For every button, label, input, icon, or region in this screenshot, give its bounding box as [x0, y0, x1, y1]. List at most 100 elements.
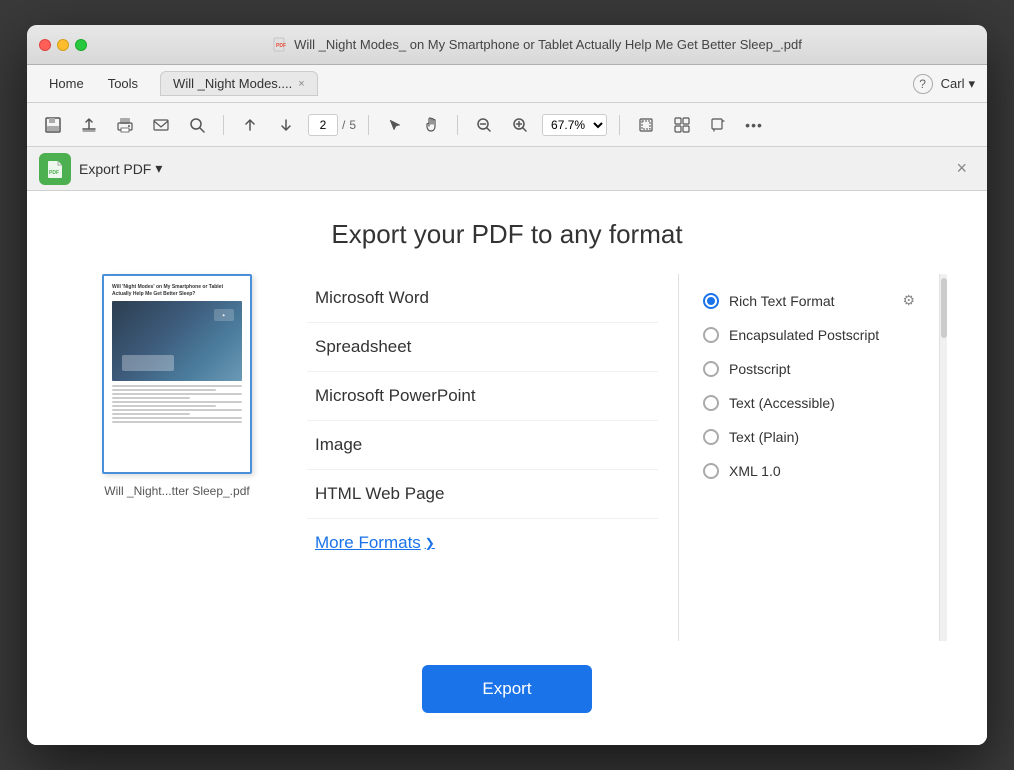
format-image[interactable]: Image [307, 421, 658, 470]
export-heading: Export your PDF to any format [27, 191, 987, 274]
pdf-thumb-text-lines [112, 385, 242, 423]
zoom-out-icon [476, 117, 492, 133]
subformat-list: Rich Text Format ⚙ Encapsulated Postscri… [679, 274, 939, 641]
email-icon [152, 116, 170, 134]
text-line [112, 405, 216, 407]
subformat-postscript-label: Postscript [729, 361, 790, 377]
subformat-xml-1[interactable]: XML 1.0 [699, 455, 919, 487]
export-close-button[interactable]: × [948, 154, 975, 183]
zoom-select[interactable]: 67.7% [542, 114, 607, 136]
pdf-file-icon: PDF [272, 37, 288, 53]
hand-tool-button[interactable] [417, 111, 445, 139]
more-formats-chevron: ❯ [425, 536, 435, 550]
upload-button[interactable] [75, 111, 103, 139]
main-content: Export your PDF to any format Will 'Nigh… [27, 191, 987, 745]
page-number-input[interactable] [308, 114, 338, 136]
toolbar-sep-4 [619, 115, 620, 135]
subformat-encapsulated-postscript[interactable]: Encapsulated Postscript [699, 319, 919, 351]
subformat-postscript[interactable]: Postscript [699, 353, 919, 385]
page-total: 5 [349, 118, 356, 132]
save-button[interactable] [39, 111, 67, 139]
menu-tools[interactable]: Tools [98, 72, 148, 95]
radio-text-accessible[interactable] [703, 395, 719, 411]
close-traffic-light[interactable] [39, 39, 51, 51]
next-page-button[interactable] [272, 111, 300, 139]
zoom-in-button[interactable] [506, 111, 534, 139]
zoom-in-icon [512, 117, 528, 133]
text-line [112, 413, 190, 415]
text-line [112, 385, 242, 387]
export-pdf-icon: PDF [39, 153, 71, 185]
traffic-lights [39, 39, 87, 51]
pdf-thumbnail: Will 'Night Modes' on My Smartphone or T… [102, 274, 252, 474]
subformat-rich-text-format[interactable]: Rich Text Format ⚙ [699, 284, 919, 317]
fit-page-icon [638, 117, 654, 133]
text-line [112, 389, 216, 391]
svg-text:PDF: PDF [276, 43, 286, 49]
radio-rich-text-format[interactable] [703, 293, 719, 309]
subformat-encapsulated-postscript-label: Encapsulated Postscript [729, 327, 879, 343]
radio-text-plain[interactable] [703, 429, 719, 445]
help-button[interactable]: ? [913, 74, 933, 94]
thumbnails-button[interactable] [668, 111, 696, 139]
toolbar-sep-2 [368, 115, 369, 135]
menu-items: Home Tools [39, 72, 148, 95]
thumbnails-icon [674, 117, 690, 133]
next-page-icon [279, 118, 293, 132]
fit-page-button[interactable] [632, 111, 660, 139]
toolbar-sep-3 [457, 115, 458, 135]
pdf-filename: Will _Night...tter Sleep_.pdf [104, 484, 249, 498]
zoom-control: 67.7% [542, 114, 607, 136]
crop-button[interactable] [704, 111, 732, 139]
prev-page-icon [243, 118, 257, 132]
text-line [112, 393, 242, 395]
more-formats-link[interactable]: More Formats ❯ [307, 519, 658, 567]
minimize-traffic-light[interactable] [57, 39, 69, 51]
hand-icon [423, 117, 439, 133]
subformat-text-plain[interactable]: Text (Plain) [699, 421, 919, 453]
text-line [112, 421, 242, 423]
text-line [112, 409, 242, 411]
email-button[interactable] [147, 111, 175, 139]
export-button[interactable]: Export [422, 665, 591, 713]
prev-page-button[interactable] [236, 111, 264, 139]
settings-gear-icon[interactable]: ⚙ [902, 292, 915, 309]
format-spreadsheet[interactable]: Spreadsheet [307, 323, 658, 372]
menubar: Home Tools Will _Night Modes.... × ? Car… [27, 65, 987, 103]
subformat-text-accessible-label: Text (Accessible) [729, 395, 835, 411]
format-html-web-page[interactable]: HTML Web Page [307, 470, 658, 519]
radio-xml-1[interactable] [703, 463, 719, 479]
subformat-text-accessible[interactable]: Text (Accessible) [699, 387, 919, 419]
page-separator: / [342, 118, 345, 132]
cursor-tool-button[interactable] [381, 111, 409, 139]
window-title: PDF Will _Night Modes_ on My Smartphone … [99, 37, 975, 53]
text-line [112, 397, 190, 399]
zoom-out-button[interactable] [470, 111, 498, 139]
pdf-thumbnail-area: Will 'Night Modes' on My Smartphone or T… [67, 274, 287, 641]
user-dropdown-arrow: ▾ [968, 76, 975, 92]
export-button-area: Export [27, 641, 987, 745]
search-button[interactable] [183, 111, 211, 139]
current-tab[interactable]: Will _Night Modes.... × [160, 71, 318, 96]
more-tools-button[interactable]: ••• [740, 111, 768, 139]
radio-postscript[interactable] [703, 361, 719, 377]
text-line [112, 417, 242, 419]
radio-encapsulated-postscript[interactable] [703, 327, 719, 343]
maximize-traffic-light[interactable] [75, 39, 87, 51]
pdf-thumb-title: Will 'Night Modes' on My Smartphone or T… [112, 284, 242, 297]
svg-text:PDF: PDF [49, 170, 59, 176]
export-dropdown-arrow[interactable]: ▾ [155, 160, 162, 177]
print-button[interactable] [111, 111, 139, 139]
user-name: Carl [941, 76, 965, 91]
export-pdf-symbol: PDF [45, 159, 65, 179]
format-microsoft-powerpoint[interactable]: Microsoft PowerPoint [307, 372, 658, 421]
save-icon [44, 116, 62, 134]
toolbar: / 5 [27, 103, 987, 147]
user-menu-button[interactable]: Carl ▾ [941, 76, 975, 92]
scroll-thumb[interactable] [941, 278, 947, 338]
toolbar-sep-1 [223, 115, 224, 135]
format-microsoft-word[interactable]: Microsoft Word [307, 274, 658, 323]
menu-home[interactable]: Home [39, 72, 94, 95]
tab-close-button[interactable]: × [298, 78, 304, 90]
scroll-track [939, 274, 947, 641]
